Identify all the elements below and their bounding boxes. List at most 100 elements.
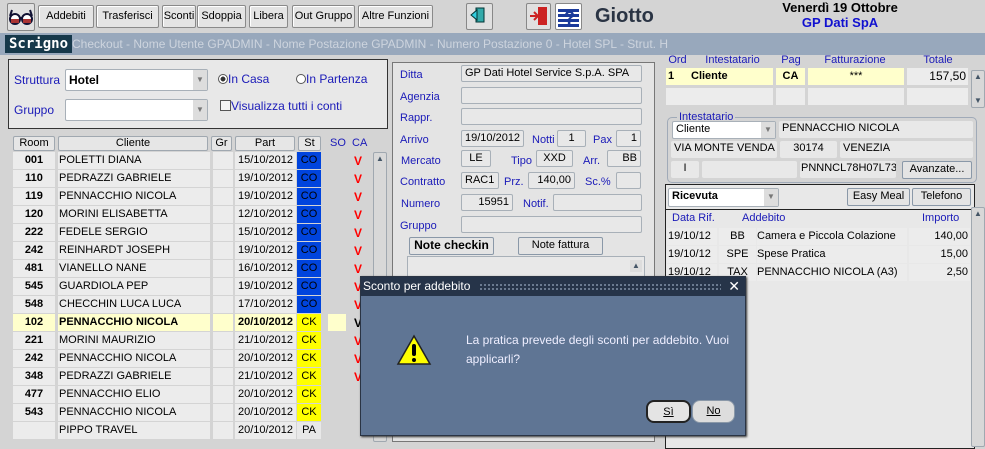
billing-totale[interactable]: 157,50 bbox=[907, 68, 968, 85]
billing-pag[interactable]: CA bbox=[776, 68, 805, 85]
tipo-field[interactable]: XXD bbox=[536, 150, 573, 167]
trasferisci-button[interactable]: Trasferisci bbox=[96, 5, 159, 28]
dialog-titlebar[interactable]: Sconto per addebito ✕ bbox=[361, 277, 745, 296]
billing-intestatario[interactable]: Cliente bbox=[689, 68, 773, 85]
addebito-descrizione[interactable]: PENNACCHIO NICOLA (A3) bbox=[757, 264, 907, 281]
arr-field[interactable]: BB bbox=[607, 150, 641, 167]
intestatario-nazione[interactable]: I bbox=[671, 161, 699, 178]
room-row[interactable]: 221 MORINI MAURIZIO 21/10/2012 CK bbox=[13, 332, 323, 349]
visualizza-tutti-checkbox[interactable]: Visualizza tutti i conti bbox=[220, 99, 342, 113]
yes-button[interactable]: Sì bbox=[646, 400, 691, 423]
pax-field[interactable]: 1 bbox=[616, 130, 641, 147]
intestatario-type-value: Cliente bbox=[676, 123, 711, 135]
notti-field[interactable]: 1 bbox=[557, 130, 586, 147]
gruppo-label: Gruppo bbox=[400, 220, 437, 232]
col-header-part[interactable]: Part bbox=[235, 136, 295, 151]
altre-funzioni-button[interactable]: Altre Funzioni bbox=[358, 5, 433, 28]
room-row[interactable]: 543 PENNACCHIO NICOLA 20/10/2012 CK bbox=[13, 404, 323, 421]
addebito-descrizione[interactable]: Camera e Piccola Colazione bbox=[757, 228, 907, 245]
sc-field[interactable] bbox=[616, 172, 641, 189]
room-row[interactable]: 477 PENNACCHIO ELIO 20/10/2012 CK bbox=[13, 386, 323, 403]
addebito-descrizione[interactable]: Spese Pratica bbox=[757, 246, 907, 263]
ditta-field[interactable]: GP Dati Hotel Service S.p.A. SPA bbox=[461, 65, 642, 82]
numero-field[interactable]: 15951 bbox=[461, 194, 513, 211]
documento-type-select[interactable]: Ricevuta ▼ bbox=[668, 188, 779, 207]
no-button[interactable]: No bbox=[692, 400, 735, 423]
billing-empty-cell[interactable] bbox=[666, 88, 690, 105]
libera-button[interactable]: Libera bbox=[249, 5, 288, 28]
room-row[interactable]: 001 POLETTI DIANA 15/10/2012 CO bbox=[13, 152, 323, 169]
out-gruppo-button[interactable]: Out Gruppo bbox=[292, 5, 355, 28]
gruppo-select[interactable]: ▼ bbox=[65, 99, 208, 121]
avanzate-button[interactable]: Avanzate... bbox=[902, 161, 972, 179]
room-row[interactable]: 119 PENNACCHIO NICOLA 19/10/2012 CO bbox=[13, 188, 323, 205]
billing-empty-cell[interactable] bbox=[776, 88, 805, 105]
radio-in-casa[interactable]: In Casa bbox=[218, 72, 269, 86]
easy-meal-button[interactable]: Easy Meal bbox=[847, 188, 910, 206]
close-icon[interactable]: ✕ bbox=[728, 277, 740, 296]
glasses-button[interactable] bbox=[7, 3, 35, 31]
col-header-gr[interactable]: Gr bbox=[211, 136, 232, 151]
room-row[interactable]: 110 PEDRAZZI GABRIELE 19/10/2012 CO bbox=[13, 170, 323, 187]
col-header-room[interactable]: Room bbox=[13, 136, 55, 151]
intestatario-indirizzo[interactable]: VIA MONTE VENDA 4 bbox=[671, 141, 777, 158]
room-row[interactable]: 242 PENNACCHIO NICOLA 20/10/2012 CK bbox=[13, 350, 323, 367]
contratto-field[interactable]: RAC1 bbox=[461, 172, 499, 189]
addebiti-button[interactable]: Addebiti bbox=[38, 5, 94, 28]
intestatario-nome[interactable]: PENNACCHIO NICOLA bbox=[779, 121, 973, 138]
room-number: 548 bbox=[13, 296, 55, 313]
addebito-data[interactable]: 19/10/12 bbox=[667, 246, 717, 263]
telefono-button[interactable]: Telefono bbox=[912, 188, 971, 206]
intestatario-extra[interactable] bbox=[702, 161, 797, 178]
addebito-codice[interactable]: BB bbox=[719, 228, 756, 245]
addebito-importo[interactable]: 15,00 bbox=[909, 246, 970, 263]
struttura-select[interactable]: Hotel ▼ bbox=[65, 69, 208, 91]
billing-empty-cell[interactable] bbox=[907, 88, 968, 105]
gruppo-field[interactable] bbox=[461, 216, 642, 233]
sconti-button[interactable]: Sconti bbox=[162, 5, 196, 28]
room-row[interactable]: 120 MORINI ELISABETTA 12/10/2012 CO bbox=[13, 206, 323, 223]
room-row[interactable]: PIPPO TRAVEL 20/10/2012 PA bbox=[13, 422, 323, 439]
room-row[interactable]: 548 CHECCHIN LUCA LUCA 17/10/2012 CO bbox=[13, 296, 323, 313]
billing-ord[interactable]: 1 bbox=[666, 68, 690, 85]
mercato-field[interactable]: LE bbox=[461, 150, 491, 167]
addebiti-scrollbar[interactable]: ▲ bbox=[971, 207, 985, 447]
addebito-importo[interactable]: 140,00 bbox=[909, 228, 970, 245]
intestatario-type-select[interactable]: Cliente ▼ bbox=[672, 121, 776, 139]
intestatario-citta[interactable]: VENEZIA bbox=[840, 141, 973, 158]
exit-door-button[interactable] bbox=[526, 3, 551, 30]
rappr-field[interactable] bbox=[461, 108, 642, 125]
agenzia-field[interactable] bbox=[461, 87, 642, 104]
intestatario-codice-fiscale[interactable]: PNNNCL78H07L736 bbox=[800, 161, 896, 178]
addebito-codice[interactable]: SPE bbox=[719, 246, 756, 263]
col-header-st[interactable]: St bbox=[298, 136, 321, 151]
radio-in-partenza[interactable]: In Partenza bbox=[296, 72, 367, 86]
gruppo-cell bbox=[213, 224, 233, 241]
billing-scrollbar[interactable]: ▲ ▼ bbox=[971, 70, 985, 108]
room-row[interactable]: 348 PEDRAZZI GABRIELE 21/10/2012 CK bbox=[13, 368, 323, 385]
room-row[interactable]: 242 REINHARDT JOSEPH 19/10/2012 CO bbox=[13, 242, 323, 259]
note-fattura-button[interactable]: Note fattura bbox=[518, 237, 603, 255]
exit-back-button[interactable] bbox=[466, 3, 493, 30]
room-row[interactable]: 102 PENNACCHIO NICOLA 20/10/2012 CK bbox=[13, 314, 323, 331]
dialog-message: La pratica prevede degli sconti per adde… bbox=[466, 333, 730, 366]
addebito-importo[interactable]: 2,50 bbox=[909, 264, 970, 281]
scroll-up-icon[interactable]: ▲ bbox=[630, 260, 642, 272]
addebito-data[interactable]: 19/10/12 bbox=[667, 228, 717, 245]
room-row[interactable]: 222 FEDELE SERGIO 15/10/2012 CO bbox=[13, 224, 323, 241]
gruppo-cell bbox=[213, 278, 233, 295]
room-row[interactable]: 481 VIANELLO NANE 16/10/2012 CO bbox=[13, 260, 323, 277]
help-button[interactable]: ? bbox=[555, 3, 582, 30]
note-checkin-button[interactable]: Note checkin bbox=[409, 237, 494, 255]
billing-empty-cell[interactable] bbox=[808, 88, 904, 105]
notif-field[interactable] bbox=[553, 194, 642, 211]
sdoppia-button[interactable]: Sdoppia bbox=[197, 5, 246, 28]
billing-empty-cell[interactable] bbox=[689, 88, 773, 105]
col-header-cliente[interactable]: Cliente bbox=[58, 136, 208, 151]
gruppo-cell bbox=[213, 242, 233, 259]
arrivo-field[interactable]: 19/10/2012 bbox=[461, 130, 524, 147]
billing-fatturazione[interactable]: *** bbox=[808, 68, 904, 85]
intestatario-cap[interactable]: 30174 bbox=[780, 141, 837, 158]
prz-field[interactable]: 140,00 bbox=[528, 172, 575, 189]
room-row[interactable]: 545 GUARDIOLA PEP 19/10/2012 CO bbox=[13, 278, 323, 295]
